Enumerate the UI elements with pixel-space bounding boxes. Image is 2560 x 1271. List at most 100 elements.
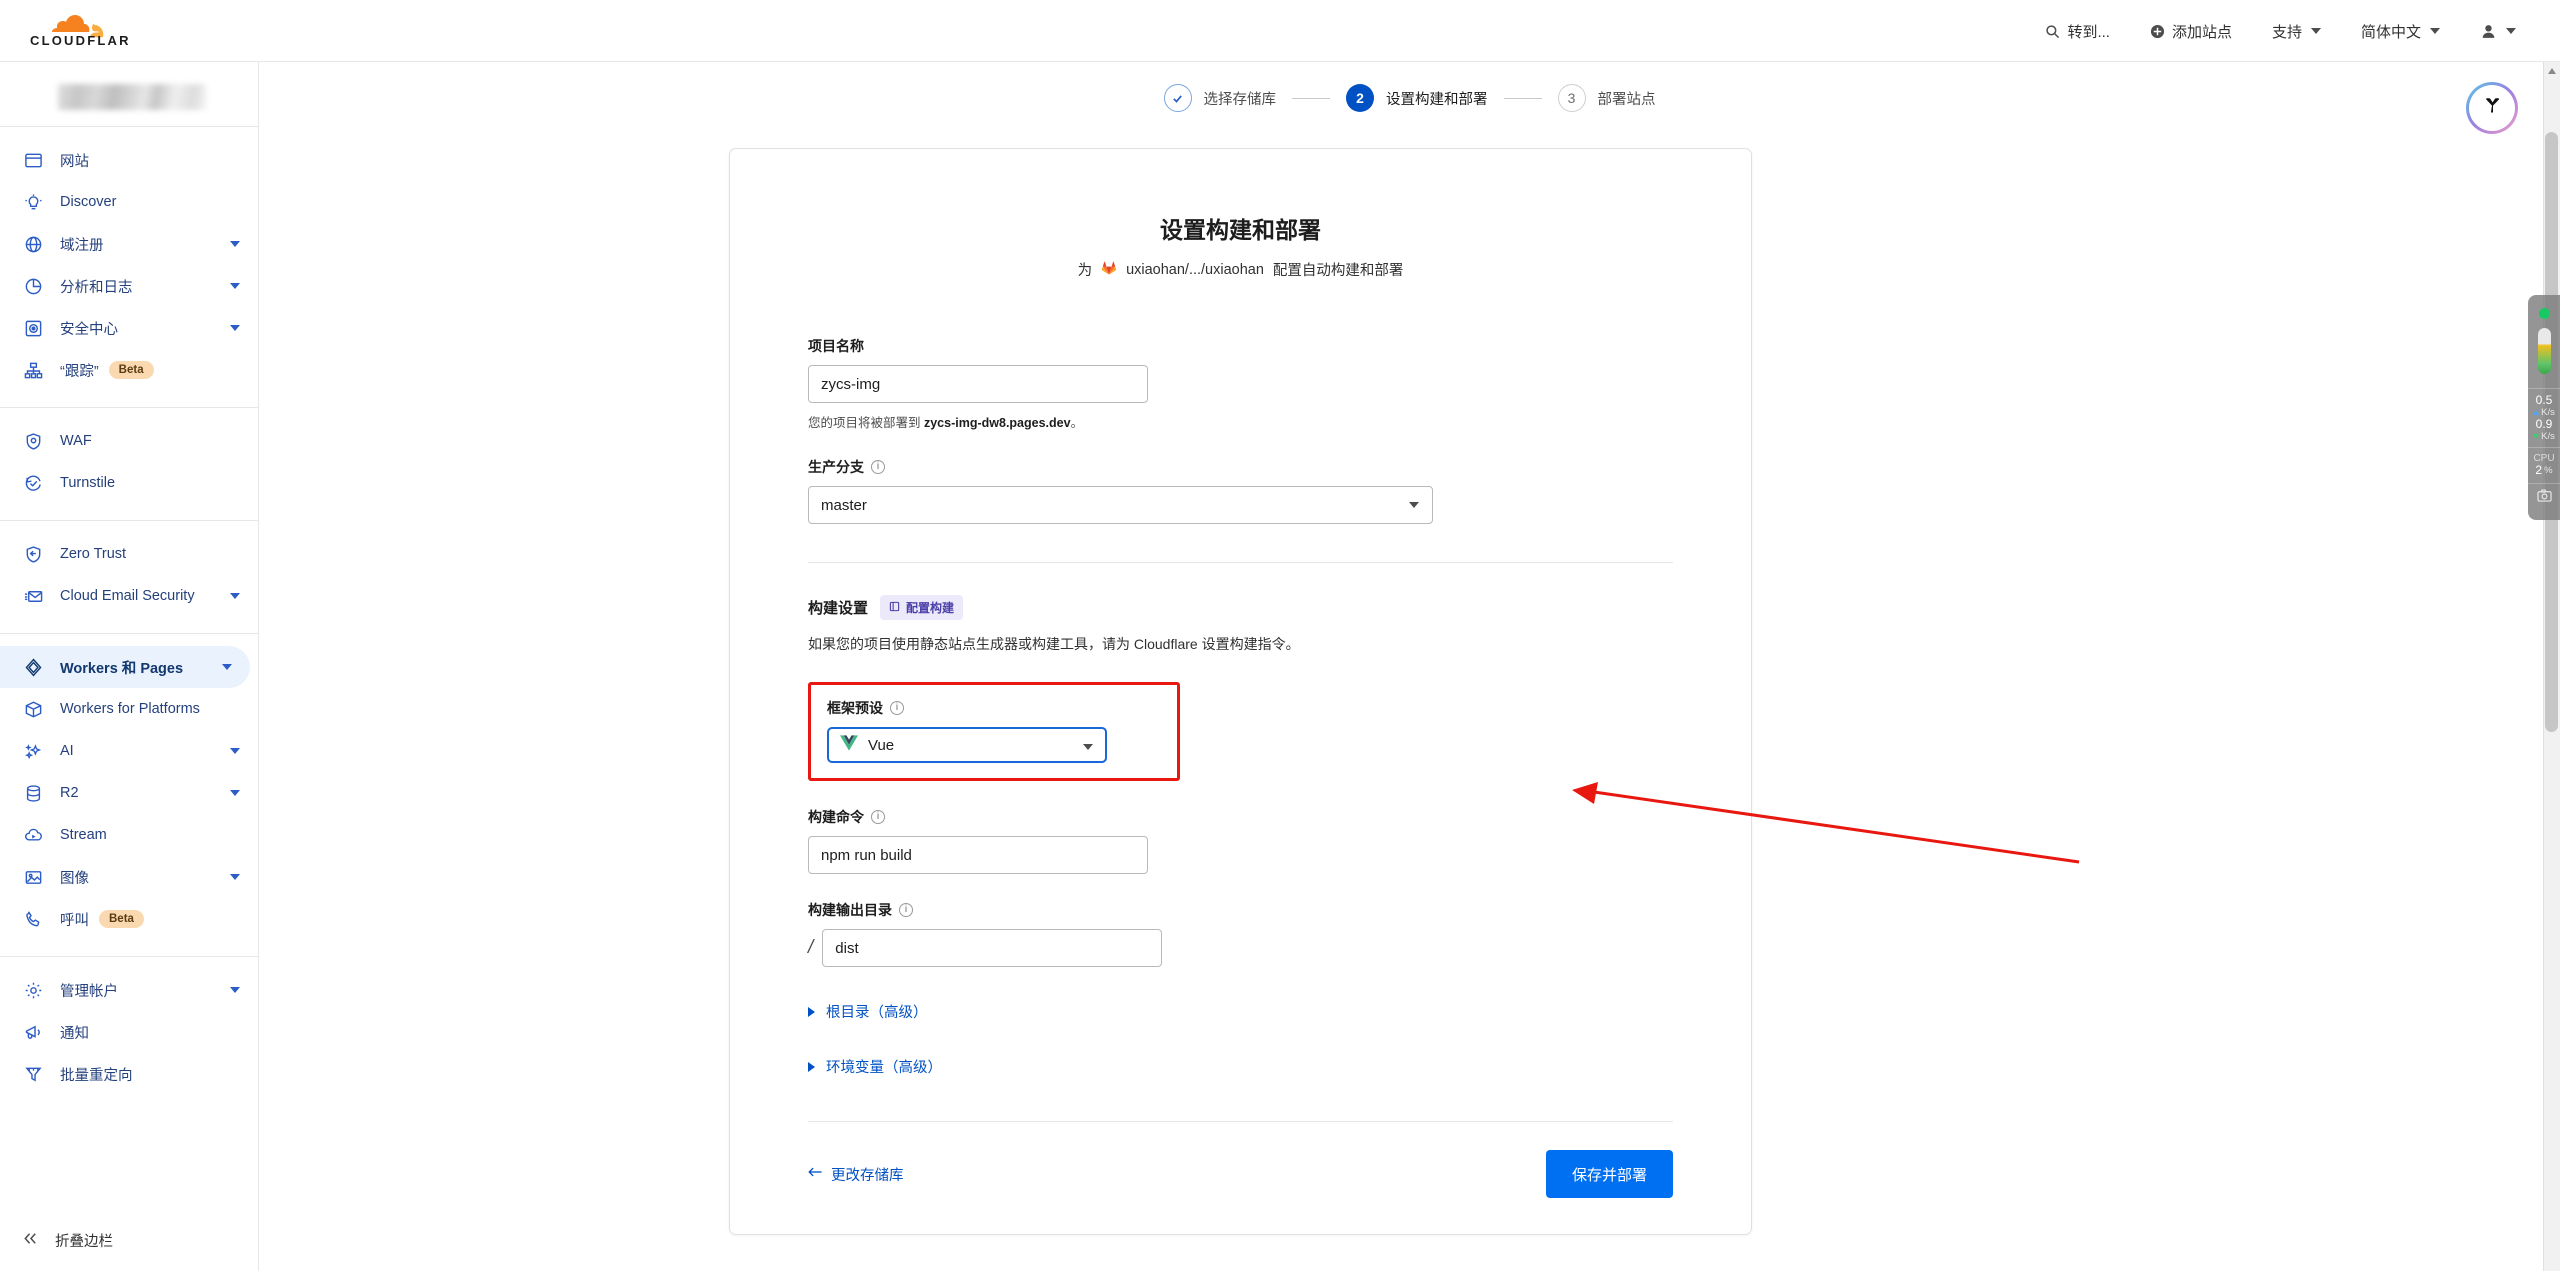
chevron-down-icon — [230, 874, 240, 880]
build-settings-header: 构建设置 配置构建 — [808, 595, 1673, 620]
sidebar-item-ai[interactable]: AI — [0, 730, 258, 772]
sidebar-item-label: Workers for Platforms — [60, 701, 200, 717]
production-branch-select[interactable]: master — [808, 486, 1433, 524]
pie-chart-icon — [22, 275, 44, 297]
wizard-step-2[interactable]: 2 设置构建和部署 — [1346, 84, 1488, 112]
sidebar-item-manage-account[interactable]: 管理帐户 — [0, 969, 258, 1011]
chevron-down-icon — [230, 593, 240, 599]
system-monitor-widget[interactable]: 0.5 K/s 0.9 K/s CPU 2 % — [2528, 295, 2560, 520]
floating-assistant-button[interactable] — [2466, 82, 2518, 134]
wizard-step-3[interactable]: 3 部署站点 — [1558, 84, 1656, 112]
chevron-down-icon — [230, 241, 240, 247]
sidebar-item-r2[interactable]: R2 — [0, 772, 258, 814]
sidebar-item-label: 网站 — [60, 150, 89, 171]
topnav-add-site[interactable]: 添加站点 — [2130, 0, 2252, 62]
build-output-dir-label: 构建输出目录 — [808, 900, 892, 920]
sidebar-item-turnstile[interactable]: Turnstile — [0, 462, 258, 504]
info-icon[interactable]: i — [899, 903, 913, 917]
build-output-dir-row: / — [808, 929, 1673, 967]
sidebar-item-workers-for-platforms[interactable]: Workers for Platforms — [0, 688, 258, 730]
download-unit: K/s — [2541, 431, 2555, 442]
sidebar-item-websites[interactable]: 网站 — [0, 139, 258, 181]
build-command-label-row: 构建命令 i — [808, 807, 1673, 827]
workers-icon — [22, 656, 44, 678]
production-branch-select-wrap: master — [808, 486, 1433, 524]
framework-preset-highlight: 框架预设 i Vue — [808, 682, 1180, 781]
step-connector — [1292, 98, 1330, 99]
browser-window-icon — [22, 149, 44, 171]
sidebar: 网站 Discover 域注册 — [0, 62, 259, 1271]
page-scrollbar[interactable] — [2543, 62, 2560, 1271]
sidebar-item-label: R2 — [60, 785, 79, 801]
sidebar-item-trace[interactable]: “跟踪” Beta — [0, 349, 258, 391]
topnav-goto[interactable]: 转到... — [2025, 0, 2130, 62]
info-icon[interactable]: i — [890, 701, 904, 715]
resource-gauge-bar — [2538, 328, 2551, 374]
sidebar-item-label: Stream — [60, 827, 107, 843]
sidebar-group-1: 网站 Discover 域注册 — [0, 139, 258, 391]
collapse-sidebar-label: 折叠边栏 — [55, 1230, 113, 1251]
sidebar-item-security-center[interactable]: 安全中心 — [0, 307, 258, 349]
collapse-sidebar-button[interactable]: 折叠边栏 — [0, 1230, 259, 1251]
page-title: 设置构建和部署 — [730, 211, 1751, 245]
sidebar-item-stream[interactable]: Stream — [0, 814, 258, 856]
topnav-support[interactable]: 支持 — [2252, 0, 2341, 62]
chevron-down-icon — [2311, 28, 2321, 34]
chevron-down-icon — [2430, 28, 2440, 34]
phone-icon — [22, 908, 44, 930]
chevron-down-icon — [1083, 744, 1093, 750]
root-directory-toggle[interactable]: 根目录（高级） — [808, 1001, 1673, 1022]
sidebar-item-label: 批量重定向 — [60, 1064, 133, 1085]
sidebar-item-images[interactable]: 图像 — [0, 856, 258, 898]
sidebar-item-workers-and-pages[interactable]: Workers 和 Pages — [0, 646, 250, 688]
save-and-deploy-button[interactable]: 保存并部署 — [1546, 1150, 1673, 1198]
info-icon[interactable]: i — [871, 460, 885, 474]
build-settings-section: 构建设置 配置构建 如果您的项目使用静态站点生成器或构建工具，请为 Cloudf… — [808, 595, 1673, 654]
topnav-add-site-label: 添加站点 — [2172, 21, 2232, 42]
sidebar-item-notifications[interactable]: 通知 — [0, 1011, 258, 1053]
sidebar-item-label: Zero Trust — [60, 546, 126, 562]
sidebar-item-analytics-logs[interactable]: 分析和日志 — [0, 265, 258, 307]
email-icon — [22, 585, 44, 607]
status-indicator-dot — [2539, 308, 2550, 319]
project-name-label: 项目名称 — [808, 336, 1673, 356]
sitemap-icon — [22, 359, 44, 381]
change-repository-link[interactable]: 更改存储库 — [808, 1164, 904, 1185]
sidebar-item-bulk-redirects[interactable]: 批量重定向 — [0, 1053, 258, 1095]
project-name-input[interactable] — [808, 365, 1148, 403]
sidebar-item-label: “跟踪” — [60, 360, 99, 381]
build-command-input[interactable] — [808, 836, 1148, 874]
configure-build-badge[interactable]: 配置构建 — [880, 595, 963, 620]
sidebar-item-domain-registration[interactable]: 域注册 — [0, 223, 258, 265]
shield-monitor-icon — [22, 317, 44, 339]
sidebar-item-waf[interactable]: WAF — [0, 420, 258, 462]
upload-value: 0.5 — [2536, 394, 2553, 407]
step-label: 部署站点 — [1598, 88, 1656, 109]
step-marker-3: 3 — [1558, 84, 1586, 112]
build-output-dir-input[interactable] — [822, 929, 1162, 967]
build-settings-title: 构建设置 — [808, 597, 868, 618]
wizard-step-1[interactable]: 选择存储库 — [1164, 84, 1277, 112]
sidebar-item-label: 域注册 — [60, 234, 104, 255]
scroll-up-arrow-icon[interactable] — [2548, 68, 2556, 74]
book-icon — [889, 601, 900, 615]
topnav-account-menu[interactable] — [2460, 0, 2536, 62]
beta-badge: Beta — [99, 910, 144, 928]
sidebar-item-cloud-email-security[interactable]: Cloud Email Security — [0, 575, 258, 617]
camera-icon[interactable] — [2537, 489, 2552, 505]
sidebar-group-5: 管理帐户 通知 批量重定向 — [0, 969, 258, 1095]
framework-preset-label-row: 框架预设 i — [827, 698, 1161, 718]
info-icon[interactable]: i — [871, 810, 885, 824]
sidebar-item-calls[interactable]: 呼叫 Beta — [0, 898, 258, 940]
lightbulb-icon — [22, 191, 44, 213]
sidebar-item-discover[interactable]: Discover — [0, 181, 258, 223]
build-output-dir-label-row: 构建输出目录 i — [808, 900, 1673, 920]
sidebar-item-label: 安全中心 — [60, 318, 118, 339]
topnav-language[interactable]: 简体中文 — [2341, 0, 2460, 62]
topnav-language-label: 简体中文 — [2361, 21, 2421, 42]
assistant-glyph-icon — [2479, 93, 2505, 124]
cloudflare-logo[interactable]: CLOUDFLARE — [26, 8, 131, 53]
framework-preset-select[interactable]: Vue — [827, 727, 1107, 763]
environment-variables-toggle[interactable]: 环境变量（高级） — [808, 1056, 1673, 1077]
sidebar-item-zero-trust[interactable]: Zero Trust — [0, 533, 258, 575]
